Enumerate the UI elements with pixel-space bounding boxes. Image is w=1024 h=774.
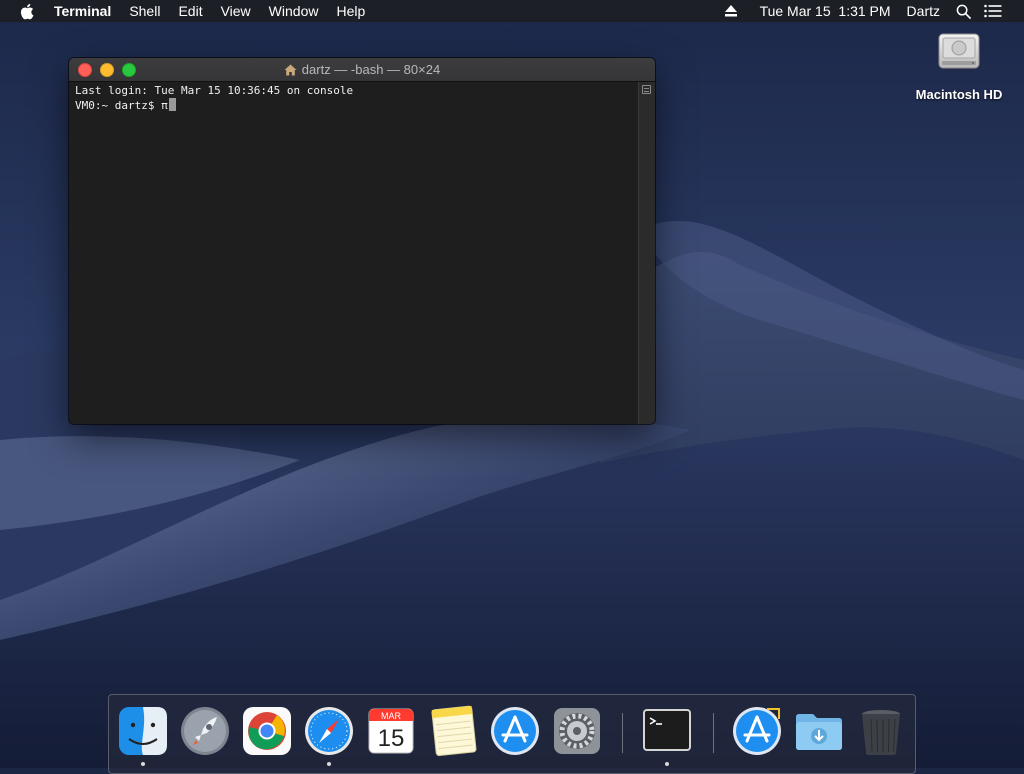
dock-launchpad[interactable] [179, 705, 231, 757]
window-controls [78, 63, 136, 77]
menu-user[interactable]: Dartz [899, 3, 948, 19]
app-store-installer-icon [733, 707, 781, 755]
menu-edit[interactable]: Edit [169, 0, 211, 22]
launchpad-icon [181, 707, 229, 755]
dock-safari[interactable] [303, 705, 355, 766]
zoom-button[interactable] [122, 63, 136, 77]
status-area: Tue Mar 15 1:31 PM Dartz [724, 0, 1024, 22]
terminal-titlebar[interactable]: dartz — -bash — 80×24 [69, 58, 655, 82]
menu-view[interactable]: View [212, 0, 260, 22]
finder-icon [119, 707, 167, 755]
calendar-icon: MAR 15 [368, 708, 414, 754]
dock-chrome[interactable] [241, 705, 293, 757]
apple-icon[interactable] [19, 2, 35, 20]
dock-separator [713, 713, 714, 753]
scroll-split-icon[interactable] [642, 85, 651, 94]
dock-finder[interactable] [117, 705, 169, 766]
menu-clock[interactable]: Tue Mar 15 1:31 PM [752, 3, 899, 19]
menu-shell[interactable]: Shell [120, 0, 169, 22]
safari-icon [305, 707, 353, 755]
menu-bar: Terminal Shell Edit View Window Help Tue… [0, 0, 1024, 22]
trash-icon [862, 710, 900, 755]
terminal-icon [643, 709, 691, 751]
desktop-icon-macintosh-hd[interactable]: Macintosh HD [905, 28, 1013, 102]
terminal-line-last-login: Last login: Tue Mar 15 10:36:45 on conso… [75, 84, 354, 97]
eject-icon[interactable] [724, 5, 738, 17]
calendar-month: MAR [381, 711, 402, 721]
spotlight-icon[interactable] [954, 2, 972, 20]
dock-running-indicator [141, 762, 145, 766]
text-cursor [168, 98, 176, 111]
terminal-scrollbar[interactable] [638, 82, 655, 424]
dock-downloads[interactable] [793, 705, 845, 757]
window-title: dartz — -bash — 80×24 [301, 62, 441, 77]
downloads-folder-icon [796, 714, 842, 750]
dock-installer[interactable] [731, 705, 783, 757]
chrome-icon [243, 707, 291, 755]
notification-center-icon[interactable] [984, 2, 1002, 20]
dock-running-indicator [665, 762, 669, 766]
close-button[interactable] [78, 63, 92, 77]
menu-window[interactable]: Window [260, 0, 328, 22]
home-icon [284, 64, 297, 75]
terminal-content[interactable]: Last login: Tue Mar 15 10:36:45 on conso… [69, 82, 639, 424]
dock-terminal[interactable] [641, 705, 693, 766]
dock-separator [622, 713, 623, 753]
hard-drive-icon [938, 33, 980, 69]
dock-trash[interactable] [855, 705, 907, 757]
app-store-icon [491, 707, 539, 755]
terminal-prompt: VM0:~ dartz$ π [75, 99, 168, 112]
menu-help[interactable]: Help [327, 0, 374, 22]
notes-icon [431, 705, 477, 757]
terminal-prompt-line: VM0:~ dartz$ π [75, 98, 633, 113]
dock-calendar[interactable]: MAR 15 [365, 705, 417, 757]
terminal-window[interactable]: dartz — -bash — 80×24 Last login: Tue Ma… [69, 58, 655, 424]
calendar-day: 15 [378, 725, 405, 752]
dock-running-indicator [327, 762, 331, 766]
dock-app-store[interactable] [489, 705, 541, 757]
dock-system-preferences[interactable] [551, 705, 603, 757]
dock-notes[interactable] [427, 705, 479, 757]
menu-app-terminal[interactable]: Terminal [52, 0, 120, 22]
desktop-icon-label: Macintosh HD [915, 87, 1003, 102]
system-preferences-icon [554, 708, 600, 754]
minimize-button[interactable] [100, 63, 114, 77]
dock: MAR 15 [108, 694, 916, 774]
